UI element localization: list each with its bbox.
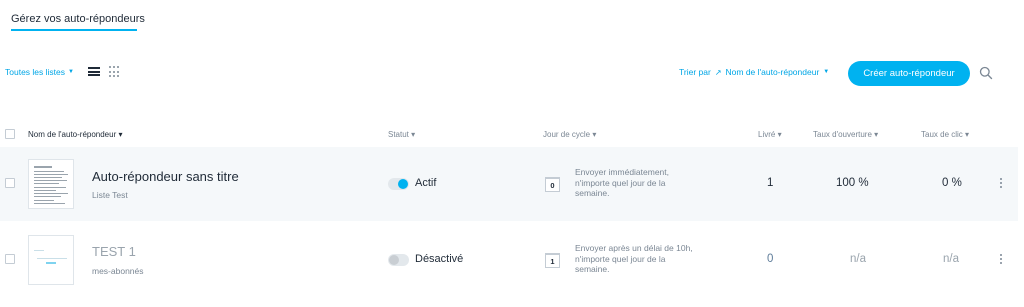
status-label: Actif <box>415 177 437 189</box>
sort-caret-icon: ▾ <box>592 130 597 139</box>
column-header-click-rate-label: Taux de clic <box>921 130 963 139</box>
sort-caret-icon: ▾ <box>118 130 123 139</box>
column-header-open-rate-label: Taux d'ouverture <box>813 130 872 139</box>
column-header-cycle[interactable]: Jour de cycle ▾ <box>543 130 596 139</box>
cycle-description: Envoyer immédiatement, n'importe quel jo… <box>575 167 670 198</box>
cycle-description: Envoyer après un délai de 10h, n'importe… <box>575 243 693 274</box>
list-filter-dropdown[interactable]: Toutes les listes ▼ <box>5 67 74 77</box>
chevron-down-icon: ▼ <box>68 69 74 75</box>
click-rate-value: n/a <box>943 253 959 265</box>
cycle-day: 1 <box>550 256 555 266</box>
more-options-icon[interactable] <box>1000 178 1003 190</box>
cycle-day: 0 <box>550 180 555 190</box>
open-rate-value: n/a <box>850 253 866 265</box>
table-row[interactable]: TEST 1 mes-abonnés Désactivé 1 Envoyer a… <box>0 223 1018 297</box>
table-header: Nom de l'auto-répondeur ▾ Statut ▾ Jour … <box>0 124 1024 144</box>
delivered-count: 1 <box>767 177 774 189</box>
sort-control[interactable]: Trier par ↗ Nom de l'auto-répondeur ▼ <box>679 67 829 77</box>
create-autoresponder-button[interactable]: Créer auto-répondeur <box>848 61 970 86</box>
sort-value: Nom de l'auto-répondeur <box>725 67 820 77</box>
status-label: Désactivé <box>415 253 464 265</box>
autoresponder-title[interactable]: TEST 1 <box>92 244 136 259</box>
column-header-cycle-label: Jour de cycle <box>543 130 591 139</box>
email-preview-thumbnail[interactable] <box>28 235 74 285</box>
sort-arrow-icon: ↗ <box>714 67 722 77</box>
autoresponder-title[interactable]: Auto-répondeur sans titre <box>92 169 239 184</box>
grid-view-icon[interactable] <box>109 66 121 78</box>
chevron-down-icon: ▼ <box>823 69 830 75</box>
column-header-delivered-label: Livré <box>758 130 776 139</box>
sort-caret-icon: ▾ <box>874 130 879 139</box>
select-all-checkbox[interactable] <box>5 129 15 139</box>
row-checkbox[interactable] <box>5 178 15 188</box>
email-preview-thumbnail[interactable] <box>28 159 74 209</box>
calendar-icon: 0 <box>545 177 560 192</box>
sort-caret-icon: ▾ <box>965 130 970 139</box>
column-header-name-label: Nom de l'auto-répondeur <box>28 130 117 139</box>
column-header-delivered[interactable]: Livré ▾ <box>758 130 782 139</box>
calendar-icon: 1 <box>545 253 560 268</box>
sort-caret-icon: ▾ <box>411 130 416 139</box>
column-header-open-rate[interactable]: Taux d'ouverture ▾ <box>813 130 878 139</box>
click-rate-value: 0 % <box>942 177 962 189</box>
list-filter-label: Toutes les listes <box>5 67 65 77</box>
status-toggle[interactable] <box>388 254 409 266</box>
search-icon[interactable] <box>979 66 993 80</box>
sort-caret-icon: ▾ <box>777 130 782 139</box>
open-rate-value: 100 % <box>836 177 869 189</box>
list-view-icon[interactable] <box>88 67 100 77</box>
column-header-click-rate[interactable]: Taux de clic ▾ <box>921 130 969 139</box>
status-toggle[interactable] <box>388 178 409 190</box>
table-row[interactable]: Auto-répondeur sans titre Liste Test Act… <box>0 147 1018 221</box>
column-header-status[interactable]: Statut ▾ <box>388 130 415 139</box>
row-checkbox[interactable] <box>5 254 15 264</box>
list-name: Liste Test <box>92 190 128 200</box>
column-header-name[interactable]: Nom de l'auto-répondeur ▾ <box>28 130 123 139</box>
delivered-count: 0 <box>767 253 774 265</box>
list-name: mes-abonnés <box>92 266 144 276</box>
more-options-icon[interactable] <box>1000 254 1003 266</box>
sort-prefix: Trier par <box>679 67 711 77</box>
page-tab-title[interactable]: Gérez vos auto-répondeurs <box>11 13 145 25</box>
tab-active-indicator <box>11 29 137 31</box>
column-header-status-label: Statut <box>388 130 409 139</box>
